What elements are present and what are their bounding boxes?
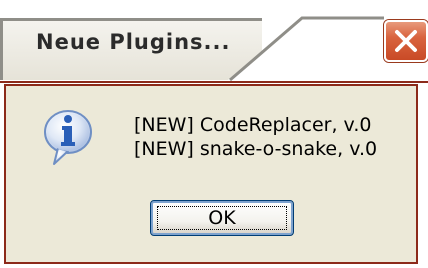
window-title: Neue Plugins...	[36, 30, 231, 54]
close-button[interactable]	[384, 20, 428, 62]
ok-button-label: OK	[208, 207, 236, 229]
title-bar[interactable]: Neue Plugins...	[0, 0, 428, 84]
message-line-1: [NEW] CodeReplacer, v.0	[134, 114, 372, 136]
info-icon	[44, 110, 92, 165]
plugin-dialog: Neue Plugins... [NEW] CodeReplacer, v.0 …	[0, 0, 428, 268]
message-line-2: [NEW] snake-o-snake, v.0	[134, 138, 378, 160]
close-icon	[395, 30, 417, 52]
dialog-bottom-edge	[0, 264, 428, 268]
ok-button[interactable]: OK	[150, 200, 294, 236]
